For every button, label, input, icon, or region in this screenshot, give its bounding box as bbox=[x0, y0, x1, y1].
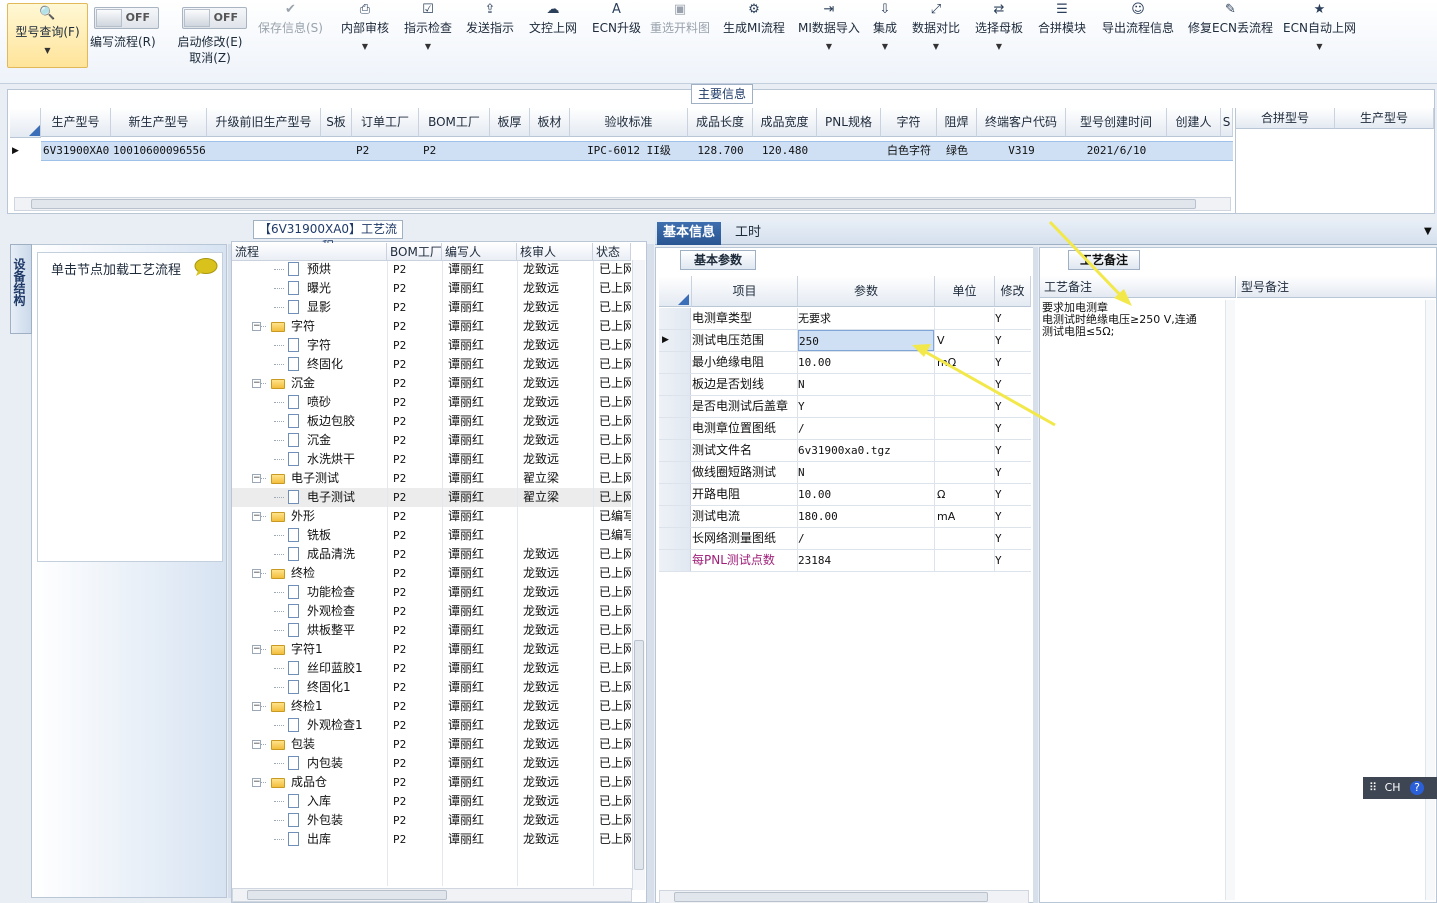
annotation-arrow-line bbox=[921, 348, 1056, 427]
annotation-arrow-line bbox=[1048, 220, 1127, 302]
annotation-arrows bbox=[912, 220, 1132, 427]
